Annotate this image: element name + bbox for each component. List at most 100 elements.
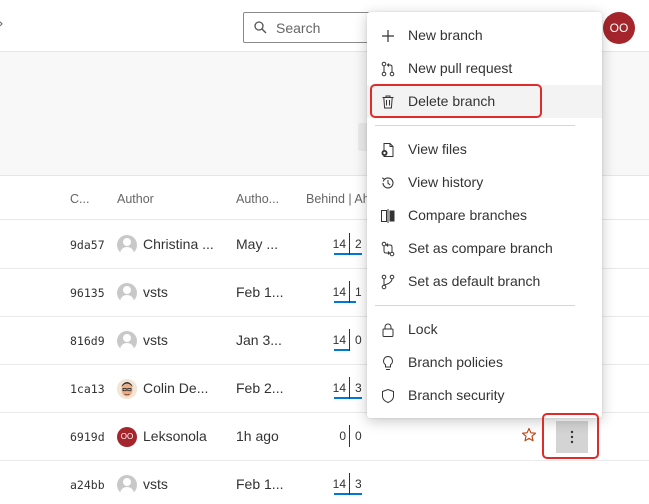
author-avatar bbox=[117, 475, 137, 495]
menu-item-label: Compare branches bbox=[408, 207, 528, 223]
author-avatar: OO bbox=[117, 427, 137, 447]
more-actions-button[interactable] bbox=[556, 421, 588, 453]
menu-item-label: Branch policies bbox=[408, 354, 503, 370]
behind-count: 14 bbox=[332, 285, 346, 299]
commit-id[interactable]: 816d9 bbox=[70, 334, 105, 348]
author-name: Colin De... bbox=[143, 380, 209, 396]
author-avatar bbox=[117, 283, 137, 303]
commit-id[interactable]: 1ca13 bbox=[70, 382, 105, 396]
column-header-behind-ahead[interactable]: Behind | Ah bbox=[306, 192, 370, 206]
commit-id[interactable]: 96135 bbox=[70, 286, 105, 300]
column-header-commit[interactable]: C... bbox=[70, 192, 89, 206]
shield-icon bbox=[382, 388, 394, 404]
author-avatar bbox=[117, 235, 137, 255]
author-name: Christina ... bbox=[143, 236, 214, 252]
behind-ahead-divider bbox=[349, 233, 350, 255]
person-photo-icon bbox=[117, 379, 137, 399]
menu-item-label: New pull request bbox=[408, 60, 513, 76]
menu-item-label: Branch security bbox=[408, 387, 505, 403]
commit-id[interactable]: 6919d bbox=[70, 430, 105, 444]
search-box[interactable] bbox=[243, 12, 383, 43]
behind-bar bbox=[334, 397, 349, 399]
more-vertical-icon bbox=[570, 430, 574, 444]
menu-item-label: Set as default branch bbox=[408, 273, 541, 289]
search-input[interactable] bbox=[276, 19, 376, 37]
ahead-count: 0 bbox=[355, 429, 362, 443]
author-name: Leksonola bbox=[143, 428, 207, 444]
menu-item-delete-branch[interactable]: Delete branch bbox=[367, 85, 602, 118]
menu-item-lock[interactable]: Lock bbox=[367, 313, 602, 346]
chevron-right-icon: › bbox=[0, 16, 4, 32]
behind-ahead-divider bbox=[349, 329, 350, 351]
authored-date: May ... bbox=[236, 236, 279, 252]
commit-id[interactable]: 9da57 bbox=[70, 238, 105, 252]
menu-item-label: View files bbox=[408, 141, 467, 157]
authored-date: Feb 1... bbox=[236, 284, 284, 300]
author-avatar bbox=[117, 379, 137, 399]
menu-item-label: Delete branch bbox=[408, 93, 496, 109]
behind-ahead-divider bbox=[349, 281, 350, 303]
table-row[interactable]: 6919d OO Leksonola 1h ago 0 0 bbox=[0, 413, 649, 461]
policy-icon bbox=[383, 355, 393, 370]
column-header-author[interactable]: Author bbox=[117, 192, 154, 206]
behind-bar bbox=[334, 349, 349, 351]
author-name: vsts bbox=[143, 284, 168, 300]
ahead-bar bbox=[350, 253, 362, 255]
behind-ahead-divider bbox=[349, 473, 350, 495]
menu-item-set-as-compare-branch[interactable]: Set as compare branch bbox=[367, 232, 602, 265]
menu-item-set-as-default-branch[interactable]: Set as default branch bbox=[367, 265, 602, 298]
search-icon bbox=[254, 21, 267, 34]
column-header-authored-date[interactable]: Autho... bbox=[236, 192, 279, 206]
ahead-bar bbox=[350, 493, 362, 495]
set-compare-icon bbox=[381, 241, 395, 257]
behind-ahead-divider bbox=[349, 377, 350, 399]
plus-icon bbox=[382, 30, 394, 42]
behind-bar bbox=[334, 301, 349, 303]
ahead-count: 3 bbox=[355, 477, 362, 491]
behind-bar bbox=[334, 253, 349, 255]
author-name: vsts bbox=[143, 476, 168, 492]
behind-count: 14 bbox=[332, 477, 346, 491]
commit-id[interactable]: a24bb bbox=[70, 478, 105, 492]
behind-count: 14 bbox=[332, 333, 346, 347]
behind-count: 0 bbox=[339, 429, 346, 443]
menu-item-label: View history bbox=[408, 174, 484, 190]
authored-date: 1h ago bbox=[236, 428, 279, 444]
behind-count: 14 bbox=[332, 381, 346, 395]
authored-date: Feb 1... bbox=[236, 476, 284, 492]
menu-item-new-branch[interactable]: New branch bbox=[367, 19, 602, 52]
menu-item-view-files[interactable]: View files bbox=[367, 133, 602, 166]
ahead-bar bbox=[350, 301, 356, 303]
compare-icon bbox=[381, 209, 395, 223]
menu-separator bbox=[375, 305, 575, 306]
behind-count: 14 bbox=[332, 237, 346, 251]
menu-separator bbox=[375, 125, 575, 126]
lock-icon bbox=[382, 323, 394, 337]
menu-item-compare-branches[interactable]: Compare branches bbox=[367, 199, 602, 232]
view-files-icon bbox=[381, 143, 394, 157]
table-row[interactable]: a24bb vsts Feb 1... 14 3 bbox=[0, 461, 649, 504]
history-icon bbox=[381, 177, 394, 189]
ahead-count: 1 bbox=[355, 285, 362, 299]
menu-item-branch-security[interactable]: Branch security bbox=[367, 379, 602, 412]
behind-ahead-divider bbox=[349, 425, 350, 447]
star-icon[interactable] bbox=[521, 427, 537, 443]
menu-item-label: Set as compare branch bbox=[408, 240, 553, 256]
pull-request-icon bbox=[381, 61, 395, 77]
authored-date: Jan 3... bbox=[236, 332, 282, 348]
menu-item-label: Lock bbox=[408, 321, 438, 337]
ahead-count: 0 bbox=[355, 333, 362, 347]
author-name: vsts bbox=[143, 332, 168, 348]
trash-icon bbox=[382, 95, 394, 109]
behind-bar bbox=[334, 493, 349, 495]
authored-date: Feb 2... bbox=[236, 380, 284, 396]
user-avatar[interactable]: OO bbox=[603, 12, 635, 44]
ahead-bar bbox=[350, 397, 362, 399]
menu-item-label: New branch bbox=[408, 27, 483, 43]
menu-item-view-history[interactable]: View history bbox=[367, 166, 602, 199]
ahead-count: 3 bbox=[355, 381, 362, 395]
menu-item-new-pull-request[interactable]: New pull request bbox=[367, 52, 602, 85]
author-avatar bbox=[117, 331, 137, 351]
menu-item-branch-policies[interactable]: Branch policies bbox=[367, 346, 602, 379]
ahead-count: 2 bbox=[355, 237, 362, 251]
